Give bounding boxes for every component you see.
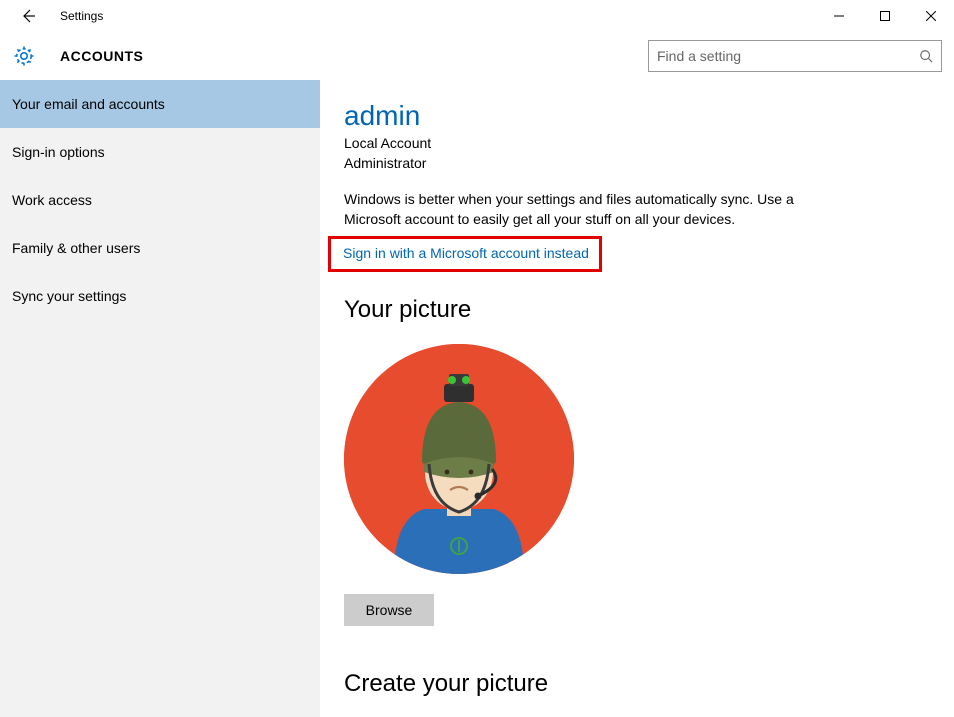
sidebar-item-label: Sync your settings: [12, 288, 126, 304]
search-icon: [919, 49, 933, 63]
account-type-line2: Administrator: [344, 154, 954, 174]
avatar-container: [344, 344, 954, 574]
minimize-icon: [834, 11, 844, 21]
account-type-line1: Local Account: [344, 134, 954, 154]
search-input[interactable]: [657, 48, 919, 64]
sidebar-item-label: Family & other users: [12, 240, 140, 256]
gear-icon: [12, 44, 36, 68]
sidebar-item-email-accounts[interactable]: Your email and accounts: [0, 80, 320, 128]
window-title: Settings: [60, 9, 103, 23]
avatar: [344, 344, 574, 574]
close-button[interactable]: [908, 0, 954, 32]
create-picture-title: Create your picture: [344, 670, 954, 698]
maximize-icon: [880, 11, 890, 21]
sidebar: Your email and accounts Sign-in options …: [0, 80, 320, 717]
sidebar-item-signin-options[interactable]: Sign-in options: [0, 128, 320, 176]
sidebar-item-sync-settings[interactable]: Sync your settings: [0, 272, 320, 320]
back-button[interactable]: [12, 0, 44, 32]
browse-button[interactable]: Browse: [344, 594, 434, 626]
titlebar: Settings: [0, 0, 954, 32]
account-description: Windows is better when your settings and…: [344, 189, 804, 230]
header: ACCOUNTS: [0, 32, 954, 80]
sidebar-item-label: Your email and accounts: [12, 96, 165, 112]
minimize-button[interactable]: [816, 0, 862, 32]
sidebar-item-family-users[interactable]: Family & other users: [0, 224, 320, 272]
avatar-image: [344, 344, 574, 574]
your-picture-title: Your picture: [344, 296, 954, 324]
window-controls: [816, 0, 954, 32]
username: admin: [344, 100, 954, 132]
sidebar-item-label: Work access: [12, 192, 92, 208]
main: Your email and accounts Sign-in options …: [0, 80, 954, 717]
sidebar-item-work-access[interactable]: Work access: [0, 176, 320, 224]
content: admin Local Account Administrator Window…: [320, 80, 954, 717]
highlight-box: Sign in with a Microsoft account instead: [328, 236, 602, 272]
signin-microsoft-link[interactable]: Sign in with a Microsoft account instead: [343, 245, 589, 261]
sidebar-item-label: Sign-in options: [12, 144, 105, 160]
maximize-button[interactable]: [862, 0, 908, 32]
search-box[interactable]: [648, 40, 942, 72]
page-category-title: ACCOUNTS: [60, 48, 143, 64]
close-icon: [926, 11, 936, 21]
back-arrow-icon: [20, 8, 36, 24]
